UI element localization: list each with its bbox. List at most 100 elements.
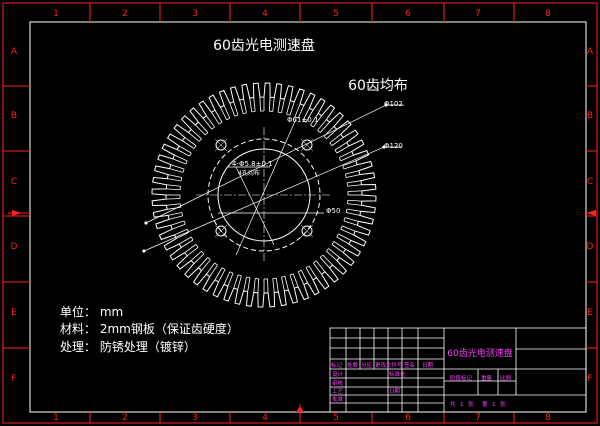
zone-top-6: 6 <box>405 9 411 19</box>
slot-bottom <box>334 149 338 154</box>
zone-left-c: C <box>11 177 17 187</box>
slot-bottom <box>180 177 183 182</box>
slot-edge <box>322 254 333 266</box>
slot-bottom <box>211 126 215 130</box>
slot-edge <box>334 142 347 151</box>
slot-edge <box>284 276 289 291</box>
slot-edge <box>190 250 202 261</box>
slot-edge <box>347 190 362 192</box>
slot-edge <box>267 278 269 293</box>
tb-header-count: 处数 <box>347 361 359 369</box>
slot-bottom <box>277 111 282 114</box>
slot-edge <box>329 133 342 144</box>
cad-drawing-canvas: 1 2 3 4 5 6 7 8 1 2 3 4 5 6 7 8 A B C D … <box>0 0 600 426</box>
zone-left-f: F <box>11 374 16 384</box>
slot-bottom <box>198 138 202 142</box>
tb-row-date: 日期 <box>389 388 401 395</box>
zone-bottom-6: 6 <box>405 413 411 423</box>
slot-bottom <box>207 257 211 261</box>
zone-bottom-3: 3 <box>192 413 198 423</box>
slot-bottom <box>193 145 197 149</box>
slot-edge <box>209 264 218 277</box>
slot-edge <box>331 137 344 146</box>
slot-edge <box>178 236 192 245</box>
slot-bottom <box>338 157 342 161</box>
leader-holes <box>235 166 275 246</box>
zone-left-b: B <box>11 111 17 121</box>
dim-hub-diameter: Φ50 <box>326 207 340 215</box>
slot-edge <box>319 121 330 133</box>
dim-tooth-root-diameter: Φ120 <box>384 142 403 150</box>
slot-edge <box>243 99 247 113</box>
slot-edge <box>328 248 340 258</box>
slot-edge <box>346 212 360 216</box>
slot-edge <box>289 274 295 289</box>
slot-bottom <box>201 250 205 255</box>
slot-bottom <box>243 112 247 115</box>
zone-right-e: E <box>587 308 593 318</box>
slot-bottom <box>329 142 333 146</box>
slot-bottom <box>229 271 234 274</box>
slot-bottom <box>289 273 294 276</box>
slot-edge <box>331 244 344 253</box>
tb-row-approve: 批准 <box>332 395 344 403</box>
slot-bottom <box>218 121 223 125</box>
note-treatment: 处理： 防锈处理（镀锌） <box>60 339 196 354</box>
dim-holes: 4-Φ5.8±0.1 <box>232 160 273 168</box>
slot-edge <box>343 164 358 170</box>
slot-edge <box>333 241 346 250</box>
tb-header-sign: 签名 <box>404 361 415 369</box>
slot-bottom <box>331 241 335 245</box>
slot-edge <box>344 217 359 222</box>
tb-sheet-total-unit: 张 <box>468 400 474 408</box>
slot-edge <box>233 101 239 116</box>
slot-edge <box>253 278 256 293</box>
dim-holes-note: 4孔均布 <box>238 169 260 177</box>
slot-edge <box>237 275 242 290</box>
zone-bottom-4: 4 <box>262 413 268 423</box>
slot-edge <box>182 140 195 149</box>
slot-bottom <box>226 117 230 121</box>
slot-edge <box>272 97 275 112</box>
slot-bottom <box>305 265 310 269</box>
zone-top-7: 7 <box>475 9 481 19</box>
slot-edge <box>346 174 360 178</box>
zone-bottom-8: 8 <box>545 413 551 423</box>
slot-edge <box>305 267 314 281</box>
slot-edge <box>342 160 356 167</box>
slot-edge <box>214 109 223 123</box>
slot-edge <box>198 257 209 269</box>
slot-edge <box>277 98 281 113</box>
slot-edge <box>168 212 182 216</box>
slot-bottom <box>340 225 343 230</box>
zone-right-d: D <box>587 242 594 252</box>
slot-edge <box>170 220 185 226</box>
slot-bottom <box>189 152 192 157</box>
slot-bottom <box>310 124 314 128</box>
slot-edge <box>195 124 206 136</box>
dim-bolt-circle: Φ61±0.1 <box>287 116 318 124</box>
note-material: 材料： 2mm钢板（保证齿硬度） <box>60 321 239 336</box>
slot-edge <box>315 260 326 273</box>
tb-header-change: 更改文件号 <box>375 361 403 369</box>
tb-header-mark: 标记 <box>331 361 343 369</box>
slot-bottom <box>190 236 194 241</box>
title-block <box>329 327 587 413</box>
dimension-arrow <box>144 221 148 225</box>
slot-edge <box>347 199 362 202</box>
drawing-sheet: 1 2 3 4 5 6 7 8 1 2 3 4 5 6 7 8 A B C D … <box>2 2 598 424</box>
teeth-distribution-label: 60齿均布 <box>348 78 408 94</box>
slot-edge <box>292 273 299 287</box>
note-unit: 单位： mm <box>60 304 123 319</box>
tb-weight: 重量 <box>481 374 493 382</box>
slot-bottom <box>298 269 302 273</box>
slot-edge <box>211 112 220 125</box>
slot-edge <box>198 121 209 133</box>
slot-edge <box>169 168 184 173</box>
slot-bottom <box>345 208 348 213</box>
slot-edge <box>201 259 211 271</box>
slot-bottom <box>343 217 346 222</box>
slot-edge <box>257 278 260 293</box>
slot-edge <box>166 198 181 200</box>
slot-edge <box>172 223 186 230</box>
